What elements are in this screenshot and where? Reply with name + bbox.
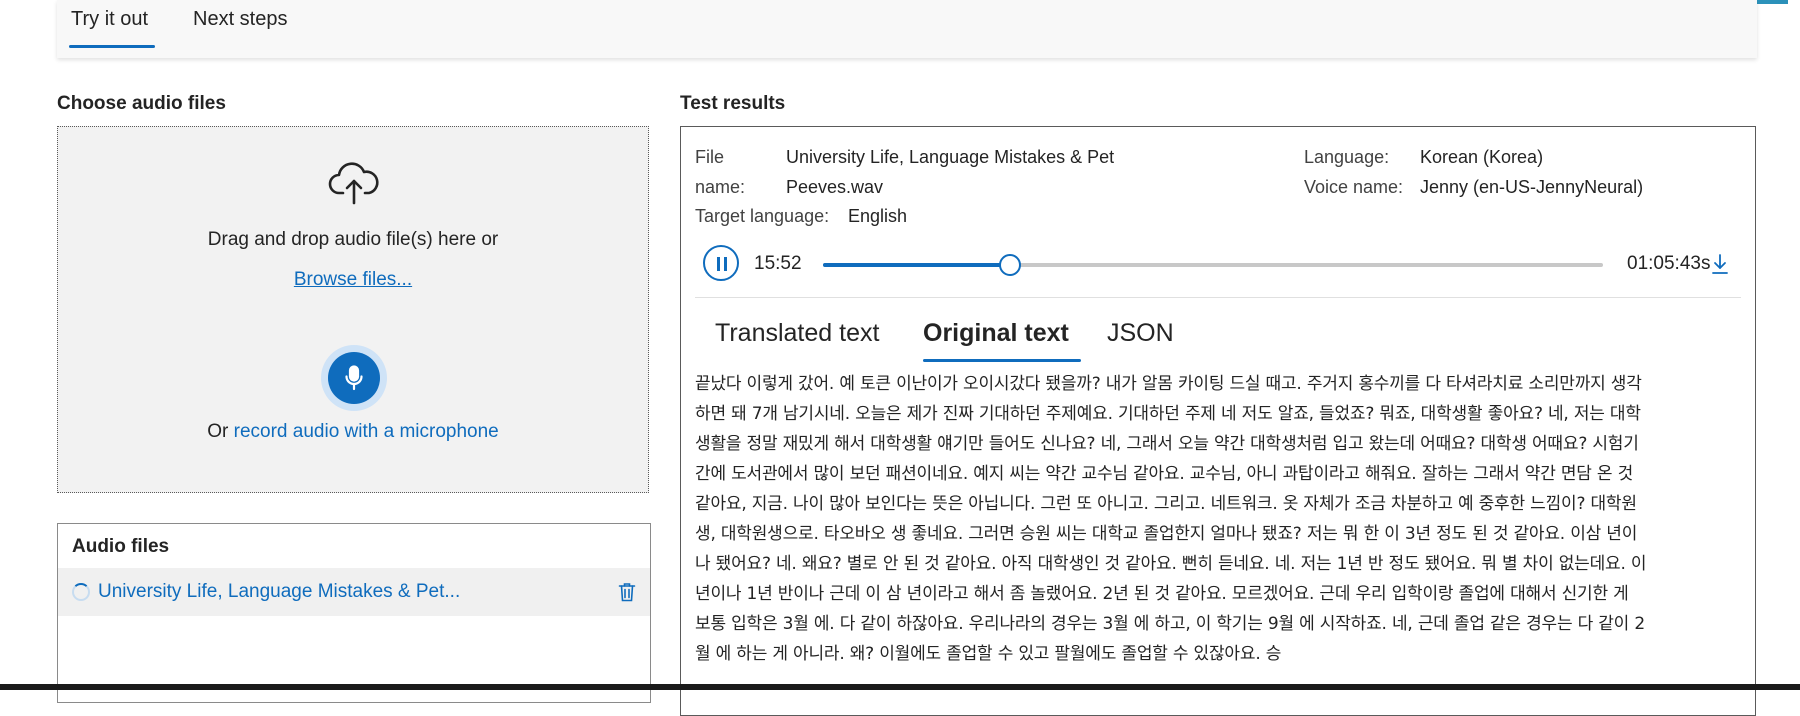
or-text: Or [207, 421, 229, 442]
tab-try-it-out[interactable]: Try it out [71, 8, 148, 31]
tab-translated-text[interactable]: Translated text [715, 319, 879, 348]
transcript-line: 보통 입학은 3월 에. 다 같이 하잖아요. 우리나라의 경우는 3월 에 하… [695, 614, 1645, 634]
total-duration: 01:05:43s [1627, 253, 1711, 274]
transcript-line: 월 에 하는 게 아니라. 왜? 이월에도 졸업할 수 있고 팔월에도 졸업할 … [695, 644, 1282, 664]
top-tab-bar: Try it out Next steps [57, 0, 1757, 58]
record-audio-line: Or record audio with a microphone [58, 421, 648, 443]
record-audio-link[interactable]: record audio with a microphone [234, 421, 499, 442]
window-edge-right [1788, 0, 1800, 690]
microphone-icon [345, 365, 363, 391]
transcript-line: 생, 대학원생으로. 타오바오 생 좋네요. 그러면 승원 씨는 대학교 졸업한… [695, 524, 1638, 544]
test-results-panel: File name: University Life, Language Mis… [680, 126, 1756, 716]
choose-audio-title: Choose audio files [57, 93, 226, 114]
drag-drop-text: Drag and drop audio file(s) here or [207, 229, 499, 250]
playback-slider[interactable] [823, 254, 1603, 276]
file-name-value-cont: Peeves.wav [786, 177, 884, 197]
current-time: 15:52 [754, 253, 802, 274]
active-result-tab-indicator [923, 359, 1081, 362]
trash-icon[interactable] [618, 582, 636, 602]
voice-name-value: Jenny (en-US-JennyNeural) [1420, 177, 1644, 197]
tab-next-steps[interactable]: Next steps [193, 8, 287, 31]
file-name-label-cont: name: [695, 177, 746, 197]
language-label: Language: [1304, 147, 1390, 167]
transcript-line: 하면 돼 7개 남기시네. 오늘은 제가 진짜 기대하던 주제예요. 기대하던 … [695, 404, 1641, 424]
pause-button[interactable] [703, 245, 739, 281]
target-language-label: Target language: [695, 206, 830, 226]
slider-thumb[interactable] [999, 254, 1022, 276]
file-name-value: University Life, Language Mistakes & Pet [786, 147, 1115, 167]
microphone-button-halo [321, 345, 387, 411]
audio-dropzone[interactable]: Drag and drop audio file(s) here or Brow… [57, 126, 649, 493]
audio-files-title: Audio files [72, 536, 170, 557]
test-results-title: Test results [680, 93, 786, 114]
download-icon[interactable] [1711, 253, 1729, 275]
target-language-value: English [848, 206, 908, 226]
record-microphone-button[interactable] [328, 352, 380, 404]
audio-player: 15:52 01:05:43s [703, 245, 1743, 285]
tab-json[interactable]: JSON [1107, 319, 1174, 348]
playback-progress [823, 263, 1011, 267]
loading-spinner-icon [72, 583, 90, 601]
transcript-line: 끝났다 이렇게 갔어. 예 토큰 이난이가 오이시갔다 됐을까? 내가 알몸 카… [695, 374, 1642, 394]
window-edge-bottom [0, 684, 1800, 690]
transcript-line: 생활을 정말 재밌게 해서 대학생활 얘기만 들어도 신나요? 네, 그래서 오… [695, 434, 1639, 454]
cloud-upload-icon [328, 162, 379, 205]
transcript-line: 년이나 1년 반이나 근데 이 삼 년이라고 해서 좀 놀랬어요. 2년 된 것… [695, 584, 1629, 604]
audio-files-panel: Audio files University Life, Language Mi… [57, 523, 651, 703]
transcript-line: 같아요, 지금. 나이 많아 보인다는 뜻은 아닙니다. 그런 또 아니고. 그… [695, 494, 1637, 514]
original-transcript: 끝났다 이렇게 갔어. 예 토큰 이난이가 오이시갔다 됐을까? 내가 알몸 카… [695, 369, 1735, 669]
audio-file-name[interactable]: University Life, Language Mistakes & Pet… [98, 581, 460, 603]
language-value: Korean (Korea) [1420, 147, 1544, 167]
transcript-line: 나 됐어요? 네. 왜요? 별로 안 된 것 같아요. 아직 대학생인 것 같아… [695, 554, 1647, 574]
transcript-line: 간에 도서관에서 많이 보던 패션이네요. 예지 씨는 약간 교수님 같아요. … [695, 464, 1634, 484]
divider [695, 297, 1741, 298]
file-name-label: File [695, 147, 725, 167]
active-tab-indicator [69, 45, 155, 48]
voice-name-label: Voice name: [1304, 177, 1404, 197]
list-item[interactable]: University Life, Language Mistakes & Pet… [58, 568, 650, 616]
browse-files-link[interactable]: Browse files... [58, 269, 648, 291]
tab-original-text[interactable]: Original text [923, 319, 1069, 348]
